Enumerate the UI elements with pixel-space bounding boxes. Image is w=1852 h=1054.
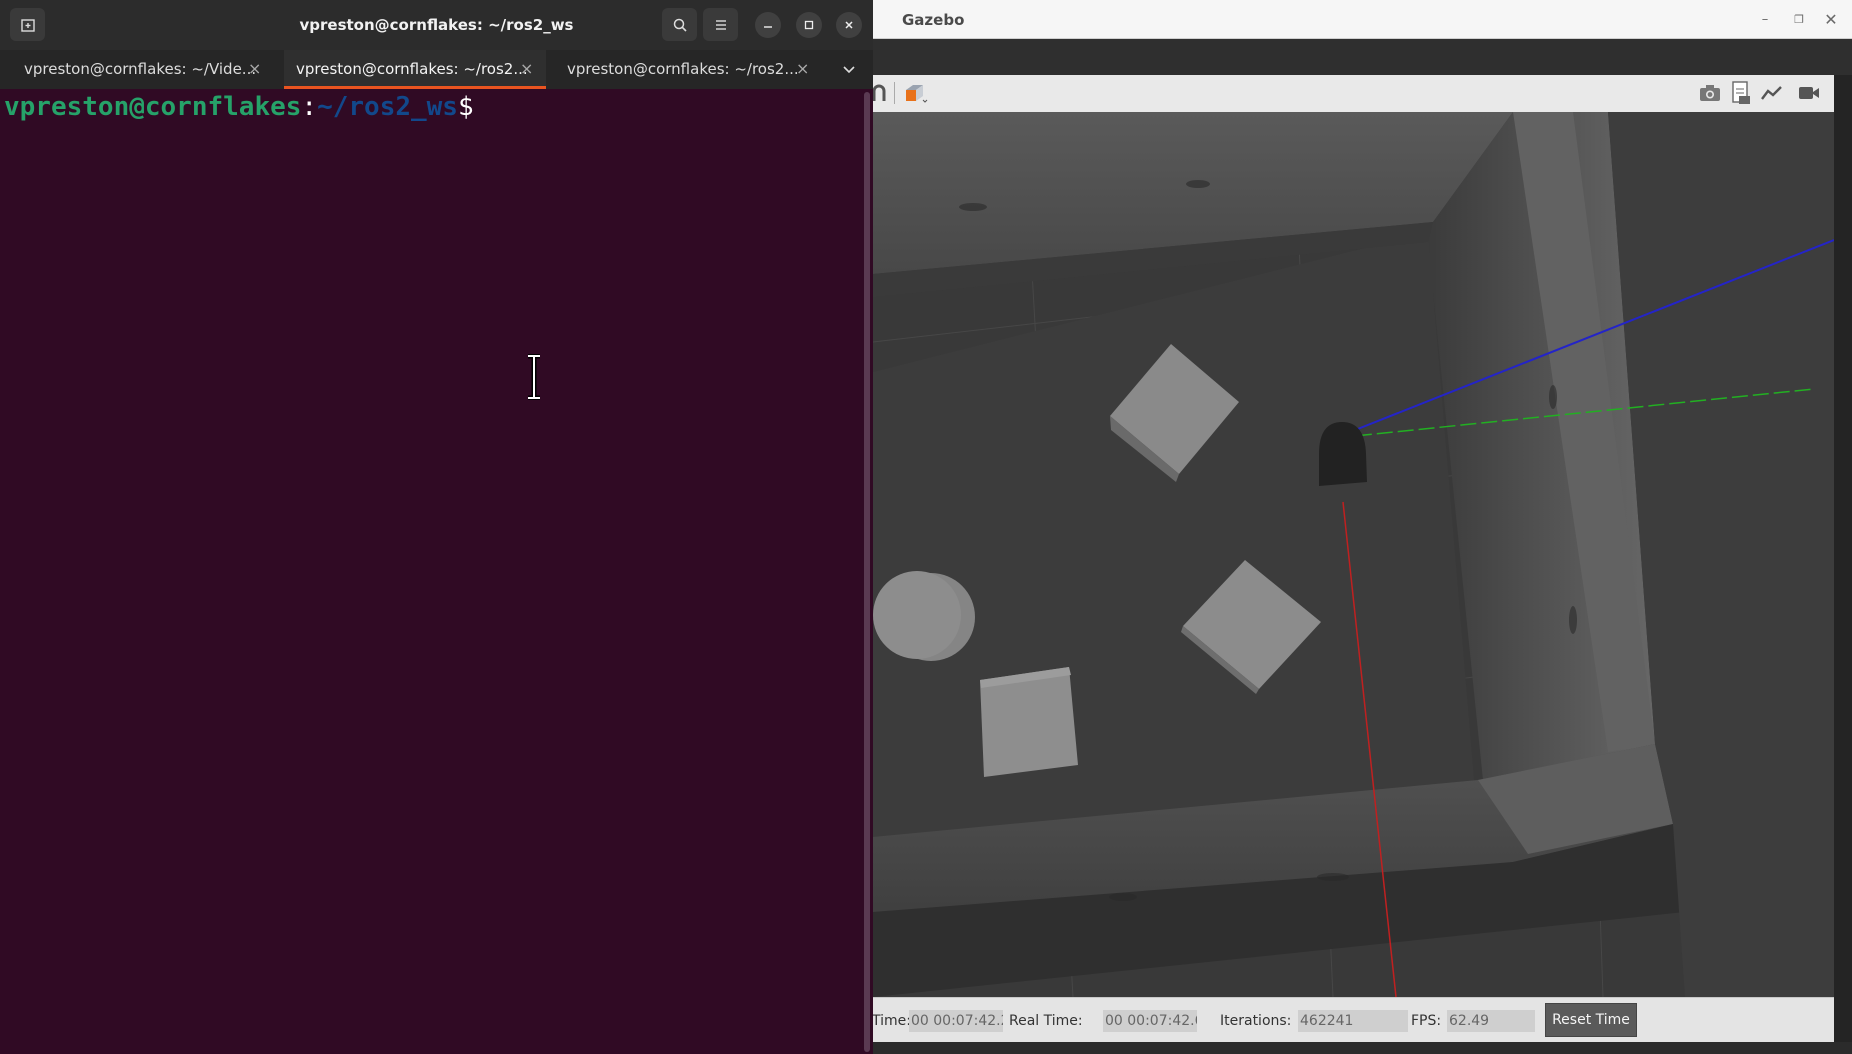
gazebo-close-button[interactable]: ✕ bbox=[1822, 9, 1840, 29]
iterations-label: Iterations: bbox=[1220, 1013, 1292, 1029]
tab-list-button[interactable] bbox=[837, 50, 861, 89]
prompt-symbol: $ bbox=[457, 92, 474, 122]
maximize-icon bbox=[804, 20, 814, 30]
gazebo-right-panel-handle[interactable] bbox=[1834, 75, 1852, 1054]
minimize-icon bbox=[764, 26, 772, 28]
robot-model bbox=[1319, 422, 1367, 486]
text-cursor-icon bbox=[528, 354, 540, 400]
maximize-button[interactable] bbox=[796, 12, 822, 38]
screenshot-camera-icon[interactable] bbox=[1699, 84, 1721, 102]
terminal-window-title: vpreston@cornflakes: ~/ros2_ws bbox=[299, 16, 574, 34]
terminal-tab-1[interactable]: vpreston@cornflakes: ~/Vide... × bbox=[0, 50, 272, 89]
gazebo-minimize-button[interactable]: – bbox=[1756, 9, 1774, 29]
3d-viewport[interactable] bbox=[873, 112, 1834, 997]
terminal-tab-3[interactable]: vpreston@cornflakes: ~/ros2... × bbox=[555, 50, 815, 89]
tab-label: vpreston@cornflakes: ~/Vide... bbox=[24, 60, 257, 78]
tab-close-icon[interactable]: × bbox=[796, 50, 809, 88]
prompt-path: ~/ros2_ws bbox=[317, 92, 458, 122]
chevron-down-icon bbox=[843, 65, 855, 73]
close-icon bbox=[845, 21, 853, 29]
search-button[interactable] bbox=[662, 8, 697, 41]
magnet-icon[interactable] bbox=[873, 83, 887, 103]
prompt-user-host: vpreston@cornflakes bbox=[4, 92, 302, 122]
sim-time-field: 00 00:07:42.241 bbox=[909, 1010, 1003, 1032]
gazebo-window-title: Gazebo bbox=[902, 11, 965, 29]
gazebo-toolbar bbox=[873, 75, 1834, 113]
shell-prompt: vpreston@cornflakes:~/ros2_ws$ bbox=[4, 89, 474, 125]
terminal-tab-bar: vpreston@cornflakes: ~/Vide... × vpresto… bbox=[0, 50, 873, 89]
prompt-colon: : bbox=[301, 92, 318, 122]
terminal-tab-2[interactable]: vpreston@cornflakes: ~/ros2... × bbox=[284, 50, 546, 89]
gazebo-title-bar: Gazebo – ❐ ✕ bbox=[873, 0, 1852, 39]
gazebo-status-bar: Time: 00 00:07:42.241 Real Time: 00 00:0… bbox=[873, 997, 1834, 1043]
iterations-field: 462241 bbox=[1298, 1010, 1408, 1032]
restore-icon: ❐ bbox=[1794, 12, 1804, 26]
plot-icon[interactable] bbox=[1760, 84, 1784, 102]
hamburger-menu-icon bbox=[715, 19, 726, 30]
terminal-window: vpreston@cornflakes: ~/ros2_ws vpreston@… bbox=[0, 0, 873, 1054]
search-icon bbox=[673, 18, 687, 32]
scene-render bbox=[873, 112, 1834, 997]
real-time-label: Real Time: bbox=[1009, 1013, 1083, 1029]
gazebo-window: Gazebo – ❐ ✕ Time: 00 00:07:42. Real Tim… bbox=[873, 0, 1852, 1054]
close-icon: ✕ bbox=[1824, 9, 1838, 29]
real-time-field: 00 00:07:42.606 bbox=[1103, 1010, 1197, 1032]
fps-label: FPS: bbox=[1411, 1013, 1442, 1029]
gazebo-restore-button[interactable]: ❐ bbox=[1790, 9, 1808, 29]
tab-label: vpreston@cornflakes: ~/ros2... bbox=[567, 60, 799, 78]
reset-time-button[interactable]: Reset Time bbox=[1545, 1003, 1637, 1037]
minimize-button[interactable] bbox=[755, 12, 781, 38]
gazebo-bottom-edge bbox=[873, 1042, 1852, 1054]
menu-button[interactable] bbox=[703, 8, 738, 41]
tab-close-icon[interactable]: × bbox=[520, 50, 533, 88]
log-icon[interactable] bbox=[1731, 81, 1751, 105]
fps-field: 62.49 bbox=[1447, 1010, 1535, 1032]
sim-time-label: Time: bbox=[873, 1013, 911, 1029]
terminal-output-area[interactable]: vpreston@cornflakes:~/ros2_ws$ bbox=[0, 89, 866, 1054]
new-tab-button[interactable] bbox=[10, 8, 45, 41]
new-tab-icon bbox=[20, 18, 35, 32]
terminal-header-bar: vpreston@cornflakes: ~/ros2_ws bbox=[0, 0, 873, 50]
view-angle-icon[interactable] bbox=[903, 81, 929, 105]
close-button[interactable] bbox=[836, 12, 862, 38]
toolbar-separator bbox=[894, 82, 895, 104]
minimize-icon: – bbox=[1761, 11, 1769, 27]
gazebo-menu-strip bbox=[873, 39, 1852, 75]
tab-close-icon[interactable]: × bbox=[248, 50, 261, 88]
tab-label: vpreston@cornflakes: ~/ros2... bbox=[296, 60, 528, 78]
terminal-scrollbar[interactable] bbox=[864, 92, 870, 1052]
video-record-icon[interactable] bbox=[1798, 85, 1820, 101]
